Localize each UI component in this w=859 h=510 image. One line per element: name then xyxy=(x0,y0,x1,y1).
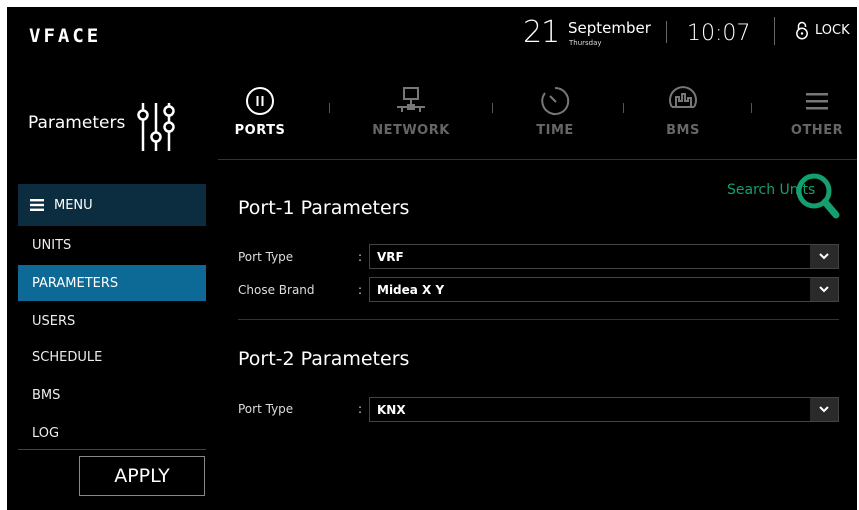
section-title: Parameters xyxy=(28,113,126,133)
port2-type-label: Port Type xyxy=(238,402,294,416)
lock-icon xyxy=(796,21,808,40)
sidebar-item-label: UNITS xyxy=(32,237,72,253)
select-value: VRF xyxy=(377,249,404,264)
lock-label: LOCK xyxy=(815,22,850,38)
app-window: VFACE 21 September Thursday 10:07 LOCK P… xyxy=(7,7,857,510)
sidebar-item-schedule[interactable]: SCHEDULE xyxy=(18,339,206,375)
sidebar-item-label: BMS xyxy=(32,387,61,403)
search-icon[interactable] xyxy=(794,169,842,225)
tab-time[interactable]: TIME xyxy=(510,85,600,138)
sidebar-item-units[interactable]: UNITS xyxy=(18,227,206,263)
select-value: Midea X Y xyxy=(377,282,445,297)
field-colon: : xyxy=(358,402,363,416)
tab-divider xyxy=(329,103,330,113)
port1-type-select[interactable]: VRF xyxy=(369,244,839,269)
sidebar-item-bms[interactable]: BMS xyxy=(18,377,206,413)
port1-type-label: Port Type xyxy=(238,250,294,264)
menu-toggle[interactable]: MENU xyxy=(18,184,206,226)
tab-label: TIME xyxy=(536,123,574,138)
apply-button[interactable]: APPLY xyxy=(79,456,205,496)
tab-label: PORTS xyxy=(234,123,286,138)
date-month: September xyxy=(568,19,651,37)
sidebar-item-label: USERS xyxy=(32,313,76,329)
tab-ports[interactable]: PORTS xyxy=(215,85,305,138)
tab-label: NETWORK xyxy=(372,123,450,138)
date-day: 21 xyxy=(523,15,560,50)
tab-divider xyxy=(751,103,752,113)
tab-label: OTHER xyxy=(790,123,844,138)
content-divider xyxy=(238,319,839,320)
timer-icon xyxy=(541,86,570,115)
network-icon xyxy=(397,87,425,112)
sidebar-item-label: SCHEDULE xyxy=(32,349,103,365)
sidebar-item-parameters[interactable]: PARAMETERS xyxy=(18,265,206,301)
bms-icon xyxy=(669,86,697,108)
hamburger-icon xyxy=(806,93,828,110)
tab-divider xyxy=(492,103,493,113)
sliders-icon xyxy=(137,103,175,151)
tabs-divider xyxy=(218,159,857,160)
sidebar-item-log[interactable]: LOG xyxy=(18,415,206,451)
sidebar-divider xyxy=(18,449,206,450)
chevron-down-icon xyxy=(810,398,838,421)
logo: VFACE xyxy=(29,25,102,47)
header-divider xyxy=(666,21,667,43)
select-value: KNX xyxy=(377,402,406,417)
field-colon: : xyxy=(358,283,363,297)
chevron-down-icon xyxy=(810,245,838,268)
field-colon: : xyxy=(358,250,363,264)
port2-title: Port-2 Parameters xyxy=(238,348,410,370)
header-divider xyxy=(774,17,775,45)
port2-type-select[interactable]: KNX xyxy=(369,397,839,422)
tab-other[interactable]: OTHER xyxy=(772,85,857,138)
chevron-down-icon xyxy=(810,278,838,301)
lock-button[interactable]: LOCK xyxy=(795,20,850,40)
hamburger-icon xyxy=(30,199,44,211)
port1-title: Port-1 Parameters xyxy=(238,197,410,219)
tab-divider xyxy=(623,103,624,113)
tab-bms[interactable]: BMS xyxy=(638,85,728,138)
sidebar-item-users[interactable]: USERS xyxy=(18,303,206,339)
port1-brand-select[interactable]: Midea X Y xyxy=(369,277,839,302)
menu-label: MENU xyxy=(54,197,93,213)
sidebar-item-label: PARAMETERS xyxy=(32,275,119,291)
sidebar-item-label: LOG xyxy=(32,425,60,441)
tab-network[interactable]: NETWORK xyxy=(366,85,456,138)
tab-label: BMS xyxy=(666,123,700,138)
pause-circle-icon xyxy=(246,87,274,115)
date-weekday: Thursday xyxy=(569,39,602,47)
clock-time: 10:07 xyxy=(687,21,751,46)
port1-brand-label: Chose Brand xyxy=(238,283,315,297)
